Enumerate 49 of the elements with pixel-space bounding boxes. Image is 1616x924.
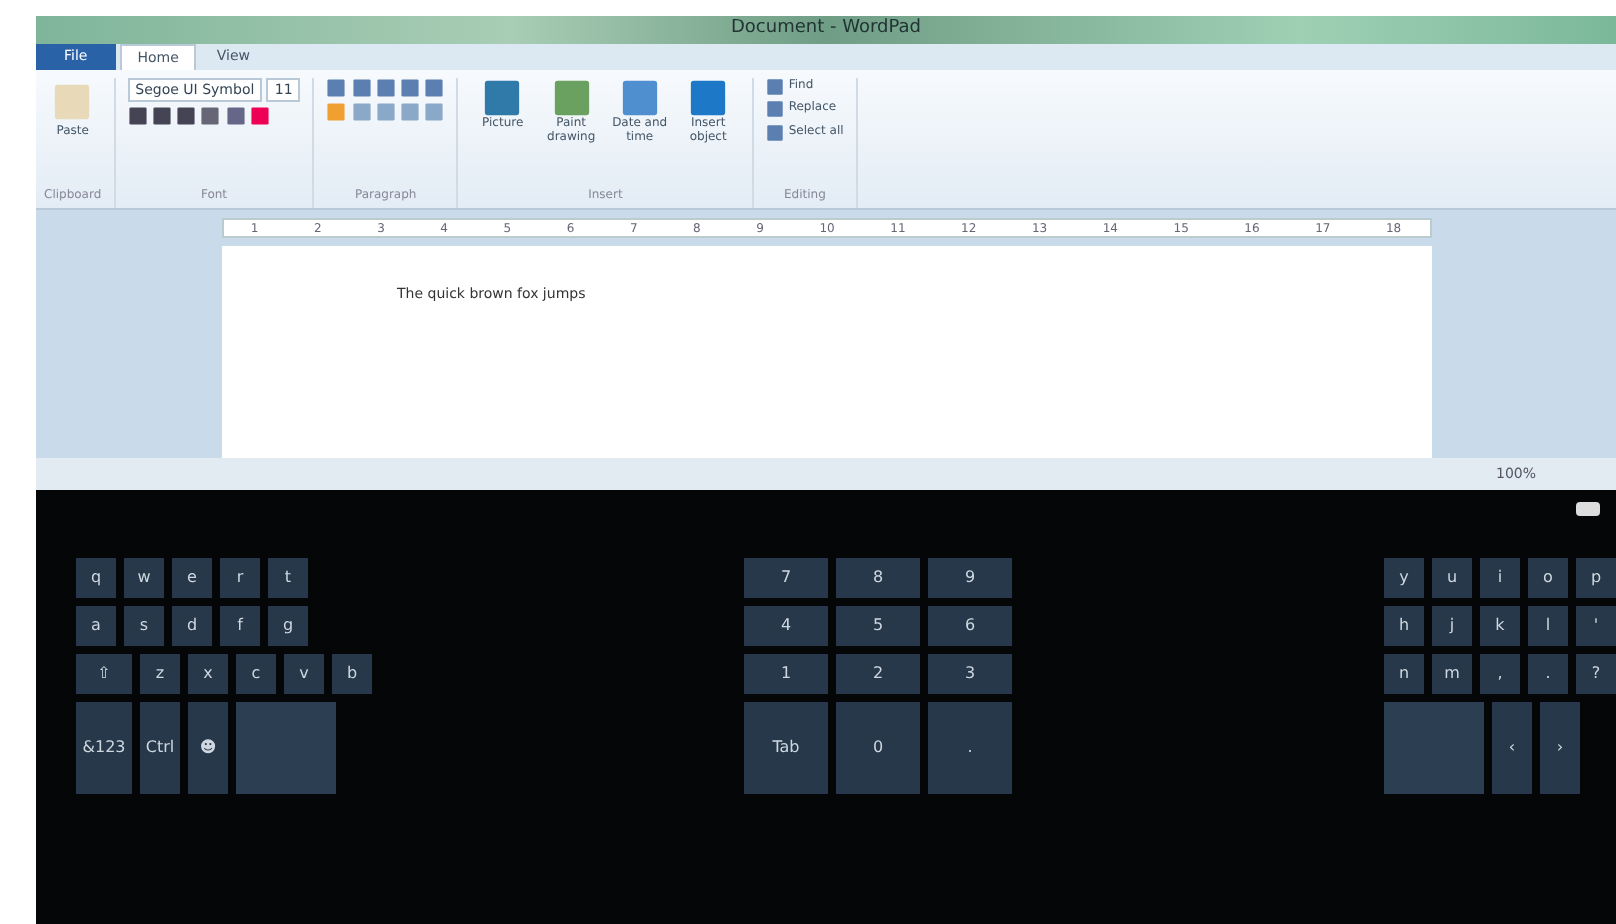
keyboard-key[interactable]: . [928,702,1012,794]
window-title: Document - WordPad [729,16,923,43]
keyboard-key[interactable]: 5 [836,606,920,646]
keyboard-key[interactable]: h [1384,606,1424,646]
keyboard-key[interactable]: r [220,558,260,598]
keyboard-key[interactable]: v [284,654,324,694]
keyboard-key[interactable]: j [1432,606,1472,646]
keyboard-key[interactable]: s [124,606,164,646]
keyboard-key[interactable]: q [76,558,116,598]
keyboard-key[interactable]: d [172,606,212,646]
keyboard-key[interactable]: 8 [836,558,920,598]
keyboard-key[interactable]: 1 [744,654,828,694]
keyboard-key[interactable]: . [1528,654,1568,694]
keyboard-key[interactable]: 2 [836,654,920,694]
keyboard-key[interactable]: m [1432,654,1472,694]
keyboard-key[interactable]: ☻ [188,702,228,794]
keyboard-key[interactable]: 9 [928,558,1012,598]
keyboard-key[interactable]: 6 [928,606,1012,646]
keyboard-key[interactable]: 4 [744,606,828,646]
keyboard-key[interactable]: e [172,558,212,598]
keyboard-key[interactable]: a [76,606,116,646]
keyboard-key[interactable]: w [124,558,164,598]
keyboard-key[interactable]: n [1384,654,1424,694]
keyboard-key[interactable]: ? [1576,654,1616,694]
keyboard-key[interactable]: &123 [76,702,132,794]
keyboard-key[interactable]: p [1576,558,1616,598]
keyboard-key[interactable]: t [268,558,308,598]
keyboard-key[interactable]: ‹ [1492,702,1532,794]
keyboard-key[interactable]: ' [1576,606,1616,646]
keyboard-key[interactable]: › [1540,702,1580,794]
keyboard-key[interactable]: x [188,654,228,694]
keyboard-key[interactable]: , [1480,654,1520,694]
keyboard-key[interactable]: g [268,606,308,646]
keyboard-key[interactable]: b [332,654,372,694]
keyboard-key[interactable]: f [220,606,260,646]
keyboard-key[interactable]: l [1528,606,1568,646]
keyboard-key[interactable]: Ctrl [140,702,180,794]
keyboard-key[interactable]: 0 [836,702,920,794]
keyboard-key[interactable]: o [1528,558,1568,598]
keyboard-key[interactable]: ⇧ [76,654,132,694]
keyboard-key[interactable]: c [236,654,276,694]
keyboard-key[interactable]: 7 [744,558,828,598]
keyboard-key[interactable]: i [1480,558,1520,598]
keyboard-key[interactable]: k [1480,606,1520,646]
keyboard-key[interactable]: z [140,654,180,694]
keyboard-key[interactable]: y [1384,558,1424,598]
keyboard-key[interactable]: Tab [744,702,828,794]
keyboard-key[interactable]: 3 [928,654,1012,694]
keyboard-key[interactable]: u [1432,558,1472,598]
